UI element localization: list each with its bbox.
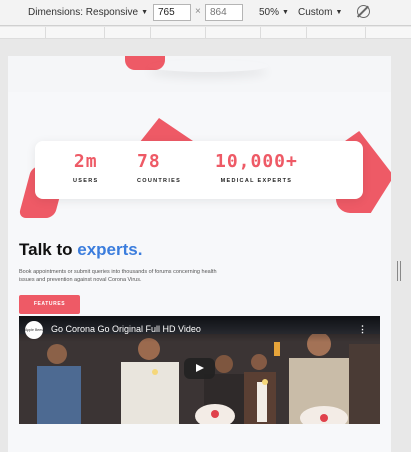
video-thumbnail <box>19 334 380 424</box>
card-shadow <box>148 60 268 72</box>
times-separator: × <box>195 6 201 17</box>
chevron-down-icon: ▼ <box>335 9 343 16</box>
chevron-down-icon: ▼ <box>141 9 148 16</box>
more-vert-icon[interactable]: ⋮ <box>358 324 367 335</box>
device-viewport[interactable]: 2m USERS 78 COUNTRIES 10,000+ MEDICAL EX… <box>8 56 391 452</box>
play-icon[interactable] <box>184 358 215 379</box>
stat-value: 10,000+ <box>215 151 298 172</box>
media-query-bar <box>0 27 411 39</box>
stat-value: 78 <box>137 151 161 172</box>
ruler-mark <box>104 27 105 38</box>
height-input[interactable] <box>205 4 243 21</box>
stat-label: USERS <box>73 178 99 184</box>
ruler-mark <box>306 27 307 38</box>
youtube-video-embed[interactable]: Apple Bees Go Corona Go Original Full HD… <box>19 316 380 424</box>
section-heading: Talk to experts. <box>19 240 142 260</box>
stats-card: 2m USERS 78 COUNTRIES 10,000+ MEDICAL EX… <box>35 141 363 199</box>
stat-label: COUNTRIES <box>137 178 182 184</box>
dimensions-label: Dimensions: Responsive <box>28 7 139 18</box>
video-title[interactable]: Go Corona Go Original Full HD Video <box>51 324 201 334</box>
dimensions-dropdown[interactable]: Dimensions: Responsive ▼ <box>28 6 148 19</box>
stat-value: 2m <box>73 151 98 172</box>
rotate-icon[interactable] <box>357 5 370 18</box>
heading-main: Talk to <box>19 240 78 259</box>
zoom-label: 50% <box>259 7 280 18</box>
width-input[interactable] <box>153 4 191 21</box>
throttle-dropdown[interactable]: Custom ▼ <box>298 6 342 19</box>
stat-countries: 78 COUNTRIES <box>137 151 182 185</box>
chevron-down-icon: ▼ <box>282 9 289 16</box>
section-description: Book appointments or submit queries into… <box>19 269 217 283</box>
ruler-mark <box>150 27 151 38</box>
ruler-mark <box>260 27 261 38</box>
stat-label: MEDICAL EXPERTS <box>220 178 293 184</box>
channel-logo[interactable]: Apple Bees <box>25 321 43 339</box>
device-toolbar: Dimensions: Responsive▼ × 50%▼ Custom▼ <box>0 0 411 26</box>
stat-experts: 10,000+ MEDICAL EXPERTS <box>215 151 298 185</box>
resize-handle[interactable] <box>397 261 401 281</box>
features-button[interactable]: FEATURES <box>19 295 80 314</box>
zoom-dropdown[interactable]: 50% ▼ <box>259 6 289 19</box>
heading-accent: experts. <box>77 240 143 259</box>
ruler-mark <box>205 27 206 38</box>
throttle-label: Custom <box>298 7 333 18</box>
ruler-mark <box>45 27 46 38</box>
stat-users: 2m USERS <box>73 151 99 185</box>
ruler-mark <box>365 27 366 38</box>
